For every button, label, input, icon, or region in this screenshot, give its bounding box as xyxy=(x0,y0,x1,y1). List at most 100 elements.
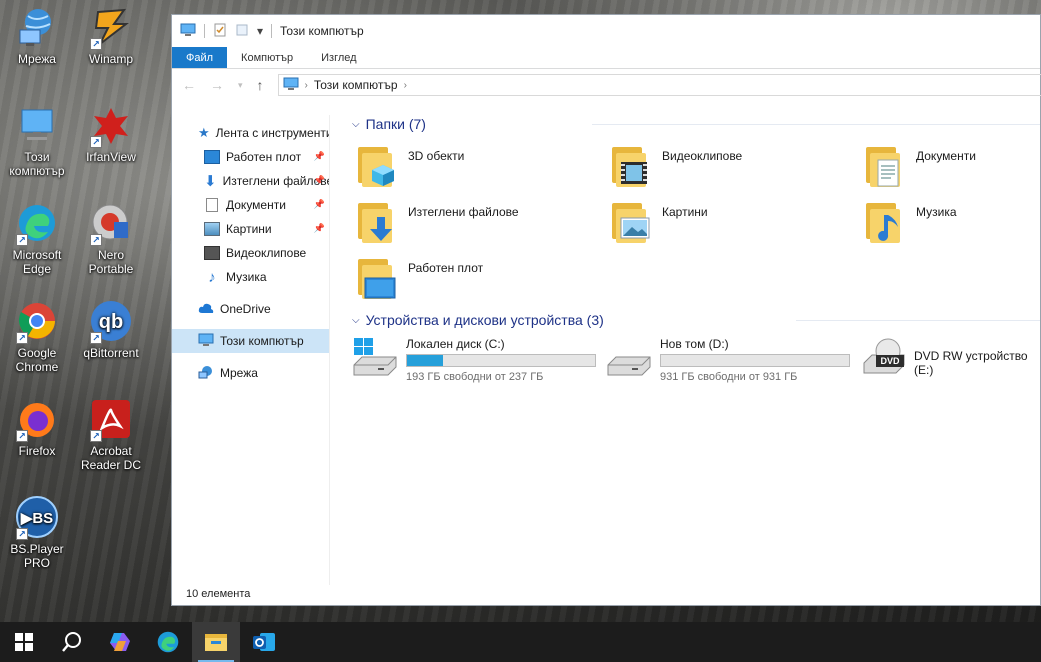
breadcrumb-this-pc[interactable]: Този компютър xyxy=(314,78,398,92)
address-bar[interactable]: › Този компютър › xyxy=(277,74,1041,96)
nav-item-label: Лента с инструменти xyxy=(215,126,329,140)
edge-taskbar-button[interactable] xyxy=(144,622,192,662)
svg-text:▶BS: ▶BS xyxy=(20,510,53,527)
svg-text:qb: qb xyxy=(99,311,123,333)
shortcut-arrow-icon: ↗ xyxy=(90,136,102,148)
nav-onedrive[interactable]: OneDrive xyxy=(172,297,329,321)
pin-icon: 📌 xyxy=(313,199,325,209)
folder-icon xyxy=(205,634,227,651)
pictures-folder-icon xyxy=(610,199,654,245)
drive-e[interactable]: DVD DVD RW устройство (E:) xyxy=(860,337,1040,377)
nav-item-label: OneDrive xyxy=(220,302,271,316)
file-explorer-taskbar-button[interactable] xyxy=(192,622,240,662)
nero-icon: ↗ xyxy=(88,200,134,246)
item-count: 10 елемента xyxy=(186,588,251,600)
tab-computer[interactable]: Компютър xyxy=(227,47,307,68)
desktop-icon-chrome[interactable]: ↗ Google Chrome xyxy=(0,298,74,374)
drive-free-space: 193 ГБ свободни от 237 ГБ xyxy=(406,371,544,383)
shortcut-arrow-icon: ↗ xyxy=(90,234,102,246)
edge-icon: ↗ xyxy=(14,200,60,246)
this-pc-small-icon xyxy=(283,77,299,94)
nav-item-music[interactable]: ♪ Музика xyxy=(172,265,329,289)
chevron-down-icon: ⌵ xyxy=(352,314,360,326)
window-title: Този компютър xyxy=(280,24,364,38)
nav-item-label: Мрежа xyxy=(220,366,258,380)
desktop-icon-edge[interactable]: ↗ Microsoft Edge xyxy=(0,200,74,276)
customize-toolbar-dropdown-icon[interactable]: ▾ xyxy=(257,24,263,38)
breadcrumb-chevron-icon[interactable]: › xyxy=(404,80,407,91)
drive-d[interactable]: Нов том (D:) 931 ГБ свободни от 931 ГБ xyxy=(606,337,850,383)
folders-group-header[interactable]: ⌵ Папки (7) xyxy=(352,115,426,133)
desktop-icon-label: Winamp xyxy=(88,52,133,66)
outlook-icon xyxy=(253,633,275,651)
breadcrumb-chevron-icon[interactable]: › xyxy=(305,80,308,91)
drive-usage-bar xyxy=(406,354,596,367)
folder-documents[interactable]: Документи xyxy=(864,143,976,189)
3d-objects-folder-icon xyxy=(356,143,400,189)
bsplayer-icon: ▶BS ↗ xyxy=(14,494,60,540)
tab-view[interactable]: Изглед xyxy=(307,47,370,68)
folder-desktop[interactable]: Работен плот xyxy=(356,255,483,301)
forward-arrow-icon[interactable]: → xyxy=(210,77,224,93)
nav-item-label: Този компютър xyxy=(220,334,304,348)
folder-3d-objects[interactable]: 3D обекти xyxy=(356,143,464,189)
nav-this-pc[interactable]: Този компютър xyxy=(172,329,329,353)
edge-icon xyxy=(157,631,179,653)
shortcut-arrow-icon: ↗ xyxy=(90,38,102,50)
star-icon: ★ xyxy=(198,125,210,140)
new-folder-icon[interactable] xyxy=(235,23,249,40)
firefox-icon: ↗ xyxy=(14,396,60,442)
devices-group-header[interactable]: ⌵ Устройства и дискови устройства (3) xyxy=(352,311,604,329)
videos-folder-icon xyxy=(610,143,654,189)
up-arrow-icon[interactable]: ↑ xyxy=(257,77,264,93)
nav-item-label: Картини xyxy=(226,222,272,236)
desktop-icon-label: qBittorrent xyxy=(83,346,139,360)
nav-item-desktop[interactable]: Работен плот 📌 xyxy=(172,145,329,169)
nav-network[interactable]: Мрежа xyxy=(172,361,329,385)
folder-label: Изтеглени файлове xyxy=(408,205,519,219)
nav-item-videos[interactable]: Видеоклипове xyxy=(172,241,329,265)
nav-item-documents[interactable]: Документи 📌 xyxy=(172,193,329,217)
desktop-icon-network[interactable]: Мрежа xyxy=(0,4,74,66)
back-arrow-icon[interactable]: ← xyxy=(182,77,196,93)
pin-icon: 📌 xyxy=(313,151,325,161)
folder-label: Видеоклипове xyxy=(662,149,743,163)
recent-locations-chevron-icon[interactable]: ▾ xyxy=(238,80,243,91)
drive-usage-bar xyxy=(660,354,850,367)
desktop-icon-bsplayer[interactable]: ▶BS ↗ BS.Player PRO xyxy=(0,494,74,570)
desktop-icon-irfanview[interactable]: ↗ IrfanView xyxy=(74,102,148,164)
network-icon xyxy=(14,4,60,50)
desktop-icon-label: Google Chrome xyxy=(15,346,59,374)
nav-quick-access[interactable]: ★ Лента с инструменти xyxy=(172,121,329,145)
outlook-taskbar-button[interactable] xyxy=(240,622,288,662)
downloads-folder-icon xyxy=(356,199,400,245)
drive-name: DVD RW устройство (E:) xyxy=(914,349,1028,377)
chevron-down-icon: ⌵ xyxy=(352,118,360,130)
desktop-icon-label: Nero Portable xyxy=(88,248,134,276)
folder-pictures[interactable]: Картини xyxy=(610,199,708,245)
desktop-icon-firefox[interactable]: ↗ Firefox xyxy=(0,396,74,458)
folder-downloads[interactable]: Изтеглени файлове xyxy=(356,199,519,245)
group-title: Устройства и дискови устройства (3) xyxy=(365,312,604,328)
start-button[interactable] xyxy=(0,622,48,662)
properties-icon[interactable] xyxy=(213,23,227,40)
desktop-icon-winamp[interactable]: ↗ Winamp xyxy=(74,4,148,66)
desktop-icon-nero[interactable]: ↗ Nero Portable xyxy=(74,200,148,276)
picture-icon xyxy=(204,222,220,236)
copilot-button[interactable] xyxy=(96,622,144,662)
desktop-icon-this-pc[interactable]: Този компютър xyxy=(0,102,74,178)
nav-item-pictures[interactable]: Картини 📌 xyxy=(172,217,329,241)
drive-c[interactable]: Локален диск (C:) 193 ГБ свободни от 237… xyxy=(352,337,596,383)
desktop-icon-label: Мрежа xyxy=(18,52,56,66)
desktop-icon-acrobat[interactable]: ↗ Acrobat Reader DC xyxy=(74,396,148,472)
folder-music[interactable]: Музика xyxy=(864,199,957,245)
download-arrow-icon: ⬇ xyxy=(204,173,217,190)
group-divider xyxy=(592,124,1040,125)
desktop-icon-qbittorrent[interactable]: qb ↗ qBittorrent xyxy=(74,298,148,360)
search-button[interactable] xyxy=(48,622,96,662)
acrobat-icon: ↗ xyxy=(88,396,134,442)
nav-item-downloads[interactable]: ⬇ Изтеглени файлове 📌 xyxy=(172,169,329,193)
shortcut-arrow-icon: ↗ xyxy=(16,234,28,246)
tab-file[interactable]: Файл xyxy=(172,47,228,68)
folder-videos[interactable]: Видеоклипове xyxy=(610,143,742,189)
